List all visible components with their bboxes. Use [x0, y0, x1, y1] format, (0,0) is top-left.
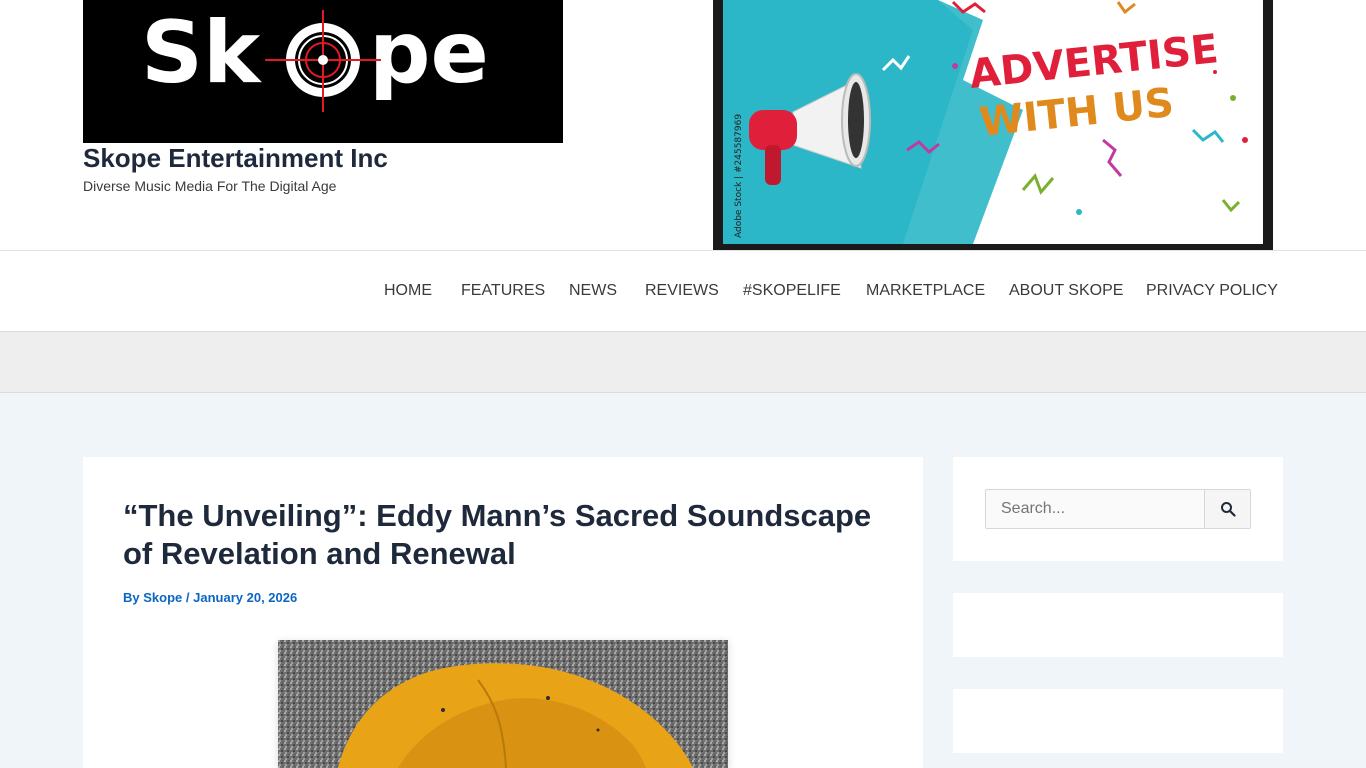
search-input[interactable] — [986, 490, 1206, 528]
nav-item-about-skope[interactable]: ABOUT SKOPE — [1009, 251, 1123, 331]
main-navigation: HOME FEATURES NEWS REVIEWS #SKOPELIFE MA… — [0, 251, 1366, 332]
nav-item-privacy-policy[interactable]: PRIVACY POLICY — [1146, 251, 1278, 331]
skope-logo-icon: Sk pe — [83, 0, 563, 143]
advertise-banner[interactable]: ADVERTISE WITH US Adobe Stock | #2455879… — [713, 0, 1273, 250]
author-link[interactable]: Skope — [143, 590, 182, 605]
svg-text:pe: pe — [369, 3, 489, 103]
site-title[interactable]: Skope Entertainment Inc — [83, 143, 388, 174]
article-title[interactable]: “The Unveiling”: Eddy Mann’s Sacred Soun… — [123, 497, 893, 573]
meta-separator: / — [185, 590, 190, 605]
search-form — [985, 489, 1251, 529]
meta-by-label: By — [123, 590, 140, 605]
search-widget — [953, 457, 1283, 561]
sidebar-widget-empty — [953, 593, 1283, 657]
header-band — [0, 332, 1366, 393]
site-tagline: Diverse Music Media For The Digital Age — [83, 178, 337, 194]
search-icon — [1220, 502, 1236, 517]
featured-image[interactable] — [278, 640, 728, 768]
article-date: January 20, 2026 — [193, 590, 298, 605]
nav-item-features[interactable]: FEATURES — [461, 251, 545, 331]
nav-item-reviews[interactable]: REVIEWS — [645, 251, 719, 331]
site-header: Sk pe Skope Entertainment Inc Diverse Mu… — [0, 0, 1366, 251]
search-button[interactable] — [1204, 490, 1250, 528]
nav-item-skopelife[interactable]: #SKOPELIFE — [743, 251, 841, 331]
article-card: “The Unveiling”: Eddy Mann’s Sacred Soun… — [83, 457, 923, 768]
sidebar-widget-empty — [953, 689, 1283, 753]
article-meta: By Skope / January 20, 2026 — [123, 590, 297, 605]
nav-item-news[interactable]: NEWS — [569, 251, 617, 331]
svg-text:Sk: Sk — [141, 3, 262, 103]
svg-text:Adobe Stock | #245587969: Adobe Stock | #245587969 — [734, 114, 744, 238]
nav-item-home[interactable]: HOME — [384, 251, 432, 331]
site-logo[interactable]: Sk pe — [83, 0, 563, 143]
nav-item-marketplace[interactable]: MARKETPLACE — [866, 251, 985, 331]
advertise-banner-image: ADVERTISE WITH US Adobe Stock | #2455879… — [723, 0, 1263, 244]
